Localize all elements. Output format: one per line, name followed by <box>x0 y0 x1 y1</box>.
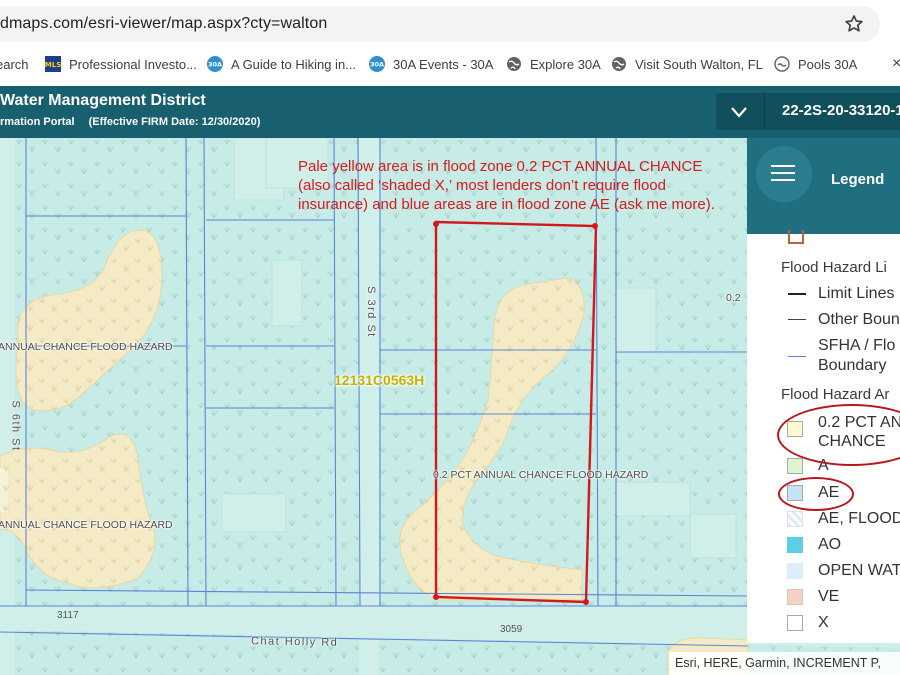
legend-item-ve: VE <box>785 587 900 607</box>
color-swatch <box>787 563 803 579</box>
svg-text:30A: 30A <box>208 61 222 69</box>
parcel-id: 22-2S-20-33120-1 <box>782 102 900 119</box>
road-label-s-3rd-st: S 3rd St <box>364 286 377 338</box>
legend-item-x: X <box>785 613 900 633</box>
app-title: Water Management District <box>0 92 206 109</box>
map-attribution: Esri, HERE, Garmin, INCREMENT P, <box>669 652 900 675</box>
bookmark-professional-investor[interactable]: MLS Professional Investo... <box>45 48 197 80</box>
line-swatch <box>788 319 806 320</box>
legend-item-ae-floodway: AE, FLOOD <box>785 509 900 529</box>
30a-logo-icon: 30A <box>369 56 385 72</box>
hamburger-icon <box>771 165 795 167</box>
legend-label: X <box>818 614 829 631</box>
bookmark-label: Professional Investo... <box>69 56 197 72</box>
legend-section-areas: Flood Hazard Ar <box>781 386 890 403</box>
parcel-dropdown[interactable]: 22-2S-20-33120-1 <box>716 93 900 130</box>
menu-button[interactable] <box>756 146 812 202</box>
legend-label: Limit Lines <box>818 285 895 302</box>
legend-label: AO <box>818 536 842 553</box>
road-label-chat-holly-rd: Chat Holly Rd <box>250 635 339 649</box>
bookmark-visit-south-walton[interactable]: Visit South Walton, FL <box>611 48 763 80</box>
flood-map[interactable]: Pale yellow area is in flood zone 0.2 PC… <box>0 138 900 675</box>
bookmark-label: Explore 30A <box>530 56 601 72</box>
bookmark-search[interactable]: earch <box>0 48 29 80</box>
building <box>221 493 287 533</box>
legend-header: Legend <box>747 138 900 234</box>
building <box>615 287 657 353</box>
color-swatch <box>787 458 803 474</box>
hamburger-icon <box>771 179 795 181</box>
address-label: 3117 <box>57 610 79 621</box>
bookmark-30a-events[interactable]: 30A 30A Events - 30A <box>369 48 493 80</box>
bookmark-explore-30a[interactable]: Explore 30A <box>506 48 601 80</box>
color-swatch <box>787 511 803 527</box>
overflow-label: × <box>892 55 900 72</box>
svg-text:MLS: MLS <box>45 61 61 69</box>
app-subtitle: rmation Portal (Effective FIRM Date: 12/3… <box>0 116 260 128</box>
color-swatch <box>787 537 803 553</box>
color-swatch <box>787 589 803 605</box>
legend-label: VE <box>818 588 840 605</box>
bookmarks-bar: earch MLS Professional Investo... 30A A … <box>0 48 900 80</box>
legend-label: AE, FLOOD <box>818 510 900 527</box>
legend-panel: Legend Flood Hazard Li Limit Lines Other… <box>747 138 900 643</box>
bookmark-pools-30a[interactable]: Pools 30A <box>774 48 857 80</box>
portal-subtitle: rmation Portal <box>0 116 75 128</box>
legend-item-ao: AO <box>785 535 900 555</box>
legend-item-sfha-boundary-2: Boundary <box>785 356 900 376</box>
legend-item-limit-lines: Limit Lines <box>785 284 900 304</box>
color-swatch <box>787 615 803 631</box>
legend-label: Boundary <box>818 357 887 374</box>
legend-label: Other Boun <box>818 311 900 328</box>
globe-icon <box>506 56 522 72</box>
divider <box>764 93 765 130</box>
building <box>615 481 691 517</box>
bookmark-label: 30A Events - 30A <box>393 56 494 72</box>
road-label-s-6th-st: S 6th St <box>9 400 22 452</box>
bookmark-label: A Guide to Hiking in... <box>231 56 357 72</box>
bookmarks-overflow[interactable]: × <box>892 48 900 80</box>
legend-cut-swatch <box>788 230 804 244</box>
zone-label: ANNUAL CHANCE FLOOD HAZARD <box>0 341 173 353</box>
url-text[interactable]: dmaps.com/esri-viewer/map.aspx?cty=walto… <box>0 15 327 33</box>
annotation-note: Pale yellow area is in flood zone 0.2 PC… <box>298 158 715 213</box>
annotation-circle-ae <box>778 477 854 511</box>
legend-label: OPEN WAT <box>818 562 900 579</box>
address-bar[interactable]: dmaps.com/esri-viewer/map.aspx?cty=walto… <box>0 6 880 42</box>
svg-text:30A: 30A <box>370 61 384 69</box>
firm-panel-id: 12131C0563H <box>334 372 425 388</box>
building <box>689 513 737 559</box>
bookmark-guide-hiking[interactable]: 30A A Guide to Hiking in... <box>207 48 356 80</box>
address-label: 3059 <box>500 624 523 635</box>
road-s-3rd-st <box>359 138 379 675</box>
globe-icon <box>611 56 627 72</box>
chevron-down-icon[interactable] <box>730 105 748 119</box>
firm-date: (Effective FIRM Date: 12/30/2020) <box>88 116 261 128</box>
zone-label: 0.2 <box>726 292 741 304</box>
hamburger-icon <box>771 172 795 174</box>
line-swatch <box>788 293 806 295</box>
bookmark-label: Pools 30A <box>798 56 858 72</box>
legend-label: SFHA / Flo <box>818 337 896 354</box>
30a-logo-icon: 30A <box>207 56 223 72</box>
legend-section-lines: Flood Hazard Li <box>781 259 887 276</box>
legend-title: Legend <box>831 171 885 188</box>
star-bookmark-icon[interactable] <box>843 13 865 35</box>
pools-logo-icon <box>774 56 790 72</box>
legend-item-other-boundary: Other Boun <box>785 310 900 330</box>
app-header: Water Management District rmation Portal… <box>0 86 900 138</box>
zone-label: ANNUAL CHANCE FLOOD HAZARD <box>0 519 173 531</box>
legend-item-sfha-boundary: SFHA / Flo <box>785 336 900 357</box>
browser-chrome: dmaps.com/esri-viewer/map.aspx?cty=walto… <box>0 0 900 86</box>
zone-label: 0.2 PCT ANNUAL CHANCE FLOOD HAZARD <box>433 469 649 481</box>
mls-logo-icon: MLS <box>45 56 61 72</box>
building <box>271 259 303 327</box>
bookmark-label: earch <box>0 56 29 72</box>
bookmark-label: Visit South Walton, FL <box>635 56 763 72</box>
legend-item-open-water: OPEN WAT <box>785 561 900 581</box>
